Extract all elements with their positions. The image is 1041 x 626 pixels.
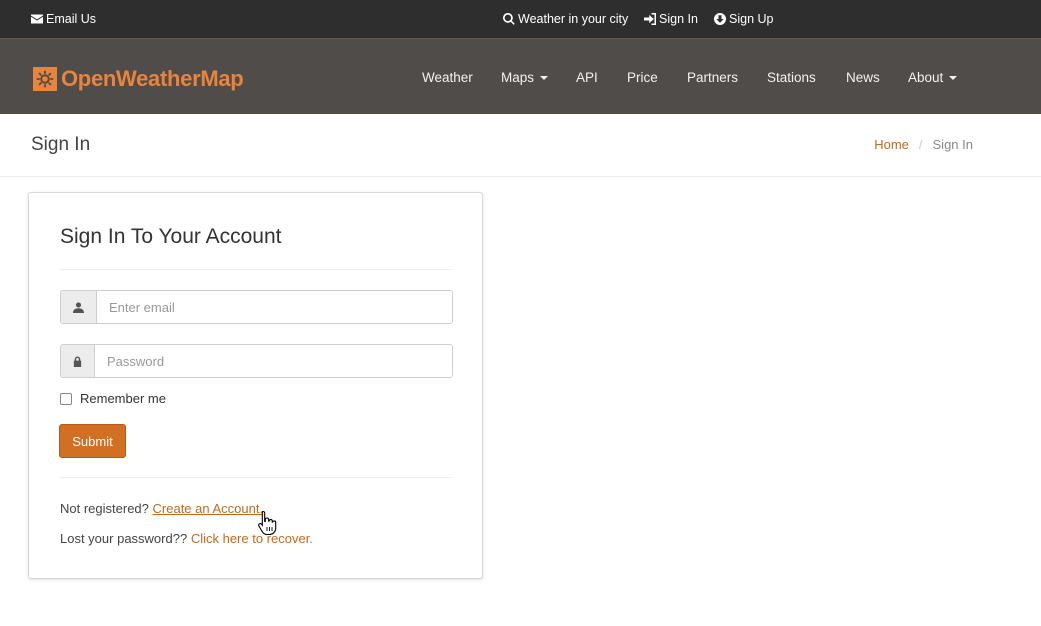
remember-me-checkbox[interactable] xyxy=(60,392,72,405)
caret-down-icon xyxy=(949,75,958,80)
nav-item-label: Price xyxy=(627,69,658,85)
lock-icon xyxy=(73,355,82,367)
breadcrumb-separator: / xyxy=(918,137,923,152)
nav-item-about[interactable]: About xyxy=(908,39,958,115)
breadcrumb-home-link[interactable]: Home xyxy=(874,137,909,152)
nav-item-maps[interactable]: Maps xyxy=(501,39,549,115)
not-registered-text: Not registered? xyxy=(60,501,149,516)
page-title: Sign In xyxy=(31,134,91,155)
weather-in-city-label: Weather in your city xyxy=(518,12,629,26)
sun-logo-icon xyxy=(33,67,57,91)
nav-item-weather[interactable]: Weather xyxy=(422,39,473,115)
nav-item-api[interactable]: API xyxy=(576,39,598,115)
nav-item-price[interactable]: Price xyxy=(627,39,658,115)
password-field[interactable] xyxy=(95,345,452,377)
password-input-group xyxy=(60,344,453,378)
divider xyxy=(60,477,453,478)
recover-password-link[interactable]: Click here to recover. xyxy=(191,531,313,546)
register-line: Not registered? Create an Account. xyxy=(60,501,263,516)
password-addon xyxy=(61,345,95,377)
nav-item-label: Partners xyxy=(687,69,739,85)
breadcrumb: Home / Sign In xyxy=(874,137,973,152)
nav-item-label: Weather xyxy=(422,69,473,85)
arrow-circle-down-icon xyxy=(714,13,726,25)
nav-item-stations[interactable]: Stations xyxy=(767,39,816,115)
sign-in-label: Sign In xyxy=(659,12,698,26)
logo-text: OpenWeatherMap xyxy=(61,66,244,91)
create-account-link[interactable]: Create an Account. xyxy=(153,501,264,516)
nav-item-news[interactable]: News xyxy=(846,39,880,115)
logo[interactable]: OpenWeatherMap xyxy=(33,66,244,91)
weather-in-city-link[interactable]: Weather in your city xyxy=(503,0,628,38)
user-icon xyxy=(73,301,84,313)
remember-me[interactable]: Remember me xyxy=(60,391,166,406)
nav-item-label: About xyxy=(908,69,944,85)
nav-item-partners[interactable]: Partners xyxy=(687,39,738,115)
divider xyxy=(60,269,453,270)
sign-in-icon xyxy=(644,13,656,25)
page-header: Sign In Home / Sign In xyxy=(0,114,1041,177)
email-addon xyxy=(61,291,97,323)
caret-down-icon xyxy=(540,75,549,80)
nav-item-label: News xyxy=(846,69,880,85)
submit-button[interactable]: Submit xyxy=(59,424,126,458)
email-us-link[interactable]: Email Us xyxy=(31,0,96,38)
hand-cursor-icon xyxy=(258,510,277,536)
sign-up-link[interactable]: Sign Up xyxy=(714,0,773,38)
email-us-label: Email Us xyxy=(46,12,97,26)
search-icon xyxy=(503,13,515,25)
sign-in-link[interactable]: Sign In xyxy=(644,0,698,38)
sign-up-label: Sign Up xyxy=(729,12,774,26)
signin-card-title: Sign In To Your Account xyxy=(60,225,282,248)
remember-me-label: Remember me xyxy=(80,391,166,406)
lost-password-text: Lost your password?? xyxy=(60,531,188,546)
nav-item-label: API xyxy=(576,69,598,85)
top-utility-bar: Email Us Weather in your city Sign In Si… xyxy=(0,0,1041,38)
email-input-group xyxy=(60,290,453,324)
envelope-icon xyxy=(31,14,43,24)
nav-item-label: Stations xyxy=(767,69,816,85)
email-field[interactable] xyxy=(97,291,452,323)
main-navbar: OpenWeatherMap Weather Maps API Price Pa… xyxy=(0,38,1041,114)
breadcrumb-current: Sign In xyxy=(932,137,973,152)
signin-card: Sign In To Your Account Remember me Subm… xyxy=(28,192,483,579)
nav-item-label: Maps xyxy=(501,69,535,85)
